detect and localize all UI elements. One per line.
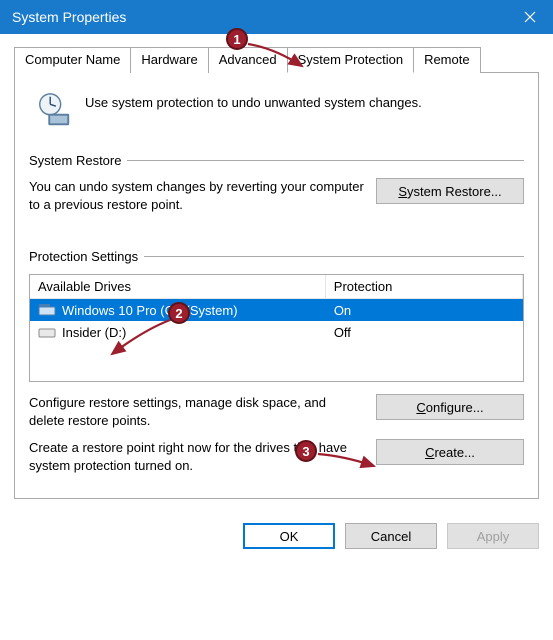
configure-button[interactable]: Configure... [376,394,524,420]
group-title-system-restore: System Restore [29,153,127,168]
drives-list[interactable]: Available Drives Protection Windows 10 P… [29,274,524,382]
apply-button: Apply [447,523,539,549]
annotation-3: 3 [295,440,317,462]
tab-remote[interactable]: Remote [413,47,481,73]
tab-hardware[interactable]: Hardware [130,47,208,73]
drive-protection: On [326,303,523,318]
drive-name: Insider (D:) [62,325,326,340]
window-title: System Properties [12,9,507,25]
create-description: Create a restore point right now for the… [29,439,376,474]
group-title-protection-settings: Protection Settings [29,249,144,264]
drive-protection: Off [326,325,523,340]
drive-icon [38,303,56,317]
dialog-buttons: OK Cancel Apply [0,513,553,561]
column-header-drives[interactable]: Available Drives [30,275,326,299]
annotation-1: 1 [226,28,248,50]
titlebar: System Properties [0,0,553,34]
system-restore-description: You can undo system changes by reverting… [29,178,376,213]
drive-row[interactable]: Insider (D:) Off [30,321,523,343]
cancel-button[interactable]: Cancel [345,523,437,549]
divider [144,256,524,257]
header-text: Use system protection to undo unwanted s… [85,91,422,110]
close-icon [524,11,536,23]
annotation-2: 2 [168,302,190,324]
tabs: Computer Name Hardware Advanced System P… [14,46,539,499]
drive-row[interactable]: Windows 10 Pro (C:) (System) On [30,299,523,321]
divider [127,160,524,161]
column-header-protection[interactable]: Protection [326,275,523,299]
system-restore-button[interactable]: System Restore... [376,178,524,204]
ok-button[interactable]: OK [243,523,335,549]
configure-description: Configure restore settings, manage disk … [29,394,376,429]
tab-system-protection[interactable]: System Protection [287,47,415,73]
drive-icon [38,325,56,339]
drive-name: Windows 10 Pro (C:) (System) [62,303,326,318]
close-button[interactable] [507,0,553,34]
tab-panel-system-protection: Use system protection to undo unwanted s… [14,73,539,499]
tab-computer-name[interactable]: Computer Name [14,47,131,73]
system-protection-icon [35,91,73,129]
create-button[interactable]: Create... [376,439,524,465]
tab-advanced[interactable]: Advanced [208,47,288,73]
